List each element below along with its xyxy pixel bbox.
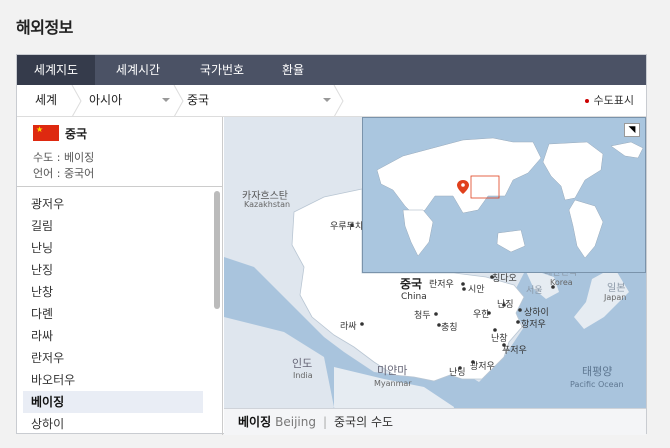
- list-item-selected[interactable]: 베이징: [23, 391, 203, 413]
- china-flag-icon: ★: [33, 125, 59, 141]
- chevron-right-icon: [173, 85, 184, 117]
- map-label-nanjing: 난징: [497, 300, 514, 310]
- tab-exchange-rate[interactable]: 환율: [263, 55, 323, 85]
- map-label-korea-en: Korea: [550, 278, 573, 287]
- list-item[interactable]: 길림: [23, 215, 203, 237]
- list-item[interactable]: 난징: [23, 259, 203, 281]
- chevron-right-icon: [71, 85, 82, 117]
- country-sidebar: ★ 중국 수도 : 베이징 언어 : 중국어 광저우 길림 난닝 난징 난창 다…: [17, 117, 223, 435]
- map-caption: 베이징 Beijing | 중국의 수도: [224, 408, 646, 435]
- map-label-lanzhou: 란저우: [429, 280, 454, 290]
- region-select[interactable]: 아시아: [89, 85, 169, 117]
- breadcrumb-world[interactable]: 세계: [35, 85, 57, 117]
- tab-bar: 세계지도 세계시간 국가번호 환율: [17, 55, 646, 85]
- capital-toggle-label: 수도표시: [593, 94, 634, 107]
- map-label-india-en: India: [293, 371, 313, 380]
- list-item[interactable]: 난창: [23, 281, 203, 303]
- country-info: ★ 중국 수도 : 베이징 언어 : 중국어: [17, 117, 222, 187]
- breadcrumb: 세계 아시아 중국 수도표시: [17, 85, 646, 117]
- scrollbar-thumb[interactable]: [214, 191, 220, 309]
- map-label-myanmar-en: Myanmar: [374, 379, 412, 388]
- capital-info: 수도 : 베이징: [33, 151, 95, 164]
- minimap-collapse-icon[interactable]: ◥: [624, 123, 640, 137]
- country-name: 중국: [65, 127, 88, 141]
- map-label-wuhan: 우한: [473, 310, 490, 320]
- map-label-pacific-en: Pacific Ocean: [570, 380, 624, 389]
- country-select[interactable]: 중국: [187, 85, 327, 117]
- city-list: 광저우 길림 난닝 난징 난창 다롄 라싸 란저우 바오터우 베이징 상하이: [17, 187, 222, 435]
- map-label-hangzhou: 항저우: [521, 320, 546, 330]
- caption-note: 중국의 수도: [334, 415, 394, 429]
- map-label-lhasa: 라싸: [340, 322, 357, 332]
- world-minimap[interactable]: ◥: [362, 117, 646, 273]
- map-label-seoul: 서울: [526, 286, 543, 296]
- map-label-india: 인도: [292, 357, 313, 370]
- tab-country-code[interactable]: 국가번호: [181, 55, 263, 85]
- list-item[interactable]: 다롄: [23, 303, 203, 325]
- list-item[interactable]: 난닝: [23, 237, 203, 259]
- list-item[interactable]: 상하이: [23, 413, 203, 435]
- map-label-xian: 시안: [468, 285, 485, 295]
- language-info: 언어 : 중국어: [33, 167, 95, 180]
- world-map-graphic: [376, 137, 644, 259]
- chevron-down-icon: [162, 98, 170, 102]
- list-item[interactable]: 라싸: [23, 325, 203, 347]
- map-label-china: 중국: [400, 277, 423, 291]
- map-label-kazakhstan-en: Kazakhstan: [244, 200, 291, 209]
- map-label-guangzhou: 광저우: [470, 362, 495, 372]
- world-info-panel: 세계지도 세계시간 국가번호 환율 세계 아시아 중국 수도표시 ★ 중국 수도…: [16, 54, 647, 435]
- caption-divider: |: [322, 415, 328, 429]
- chevron-down-icon: [323, 98, 331, 102]
- list-item[interactable]: 바오터우: [23, 369, 203, 391]
- caption-city: 베이징: [238, 415, 272, 429]
- map-label-nanning: 난닝: [449, 368, 466, 378]
- caption-city-en: Beijing: [275, 415, 316, 429]
- map-label-japan: 일본: [607, 283, 626, 294]
- map-label-urumqi: 우루무치: [330, 222, 364, 232]
- map-label-chengdu: 청두: [414, 311, 431, 321]
- map-label-china-en: China: [401, 292, 427, 302]
- list-item[interactable]: 란저우: [23, 347, 203, 369]
- overseas-info-page: 해외정보 세계지도 세계시간 국가번호 환율 세계 아시아 중국 수도표시 ★ …: [0, 0, 670, 448]
- tab-world-time[interactable]: 세계시간: [95, 55, 181, 85]
- map-label-japan-en: Japan: [604, 293, 627, 302]
- region-map[interactable]: 카자흐스탄 Kazakhstan 우루무치 중국 China 란저우 시안 칭다…: [224, 117, 646, 435]
- chevron-right-icon: [333, 85, 344, 117]
- capital-toggle[interactable]: 수도표시: [584, 85, 634, 117]
- page-title: 해외정보: [16, 18, 73, 37]
- bullet-icon: [584, 99, 589, 103]
- tab-world-map[interactable]: 세계지도: [17, 55, 95, 85]
- map-label-pacific: 태평양: [582, 365, 613, 378]
- list-item[interactable]: 광저우: [23, 193, 203, 215]
- map-label-myanmar: 미얀마: [377, 364, 408, 377]
- map-label-fuzhou: 푸저우: [502, 346, 527, 356]
- map-label-chongqing: 충칭: [441, 323, 458, 333]
